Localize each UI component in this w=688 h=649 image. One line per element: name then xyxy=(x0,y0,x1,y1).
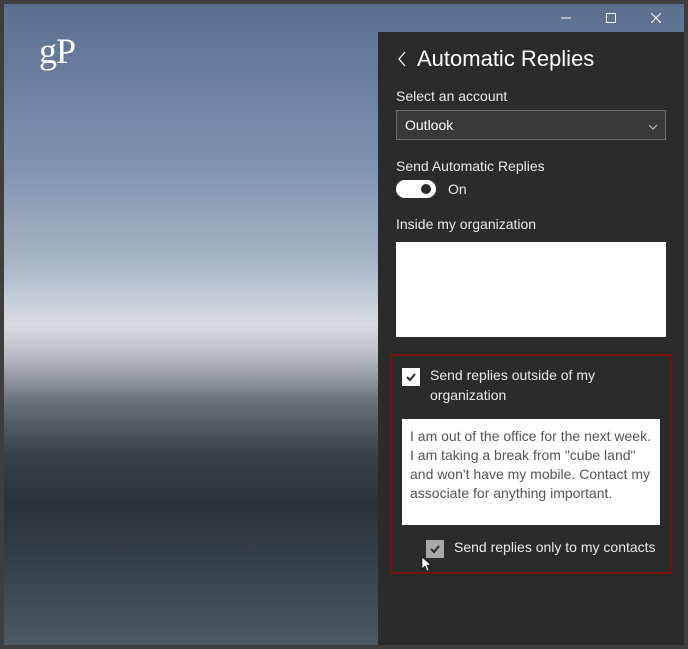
outside-org-textarea[interactable] xyxy=(402,419,660,525)
minimize-button[interactable] xyxy=(543,4,588,32)
chevron-left-icon xyxy=(396,50,407,68)
automatic-replies-panel: Automatic Replies Select an account Outl… xyxy=(378,32,684,645)
checkmark-icon xyxy=(405,371,417,383)
toggle-state-label: On xyxy=(448,181,467,197)
checkmark-icon xyxy=(429,543,441,555)
inside-org-label: Inside my organization xyxy=(396,216,666,232)
account-select[interactable]: Outlook xyxy=(396,110,666,140)
inside-org-textarea[interactable] xyxy=(396,242,666,337)
close-button[interactable] xyxy=(633,4,678,32)
outside-org-check-label: Send replies outside of my organization xyxy=(430,366,660,405)
account-label: Select an account xyxy=(396,88,666,104)
cursor-icon xyxy=(420,556,434,577)
titlebar xyxy=(4,4,684,32)
panel-title: Automatic Replies xyxy=(417,46,594,72)
send-replies-label: Send Automatic Replies xyxy=(396,158,666,174)
outside-org-checkbox[interactable] xyxy=(402,368,420,386)
app-window: gP Automatic Replies Select an account O… xyxy=(0,0,688,649)
send-replies-section: Send Automatic Replies On xyxy=(396,158,666,198)
outside-org-check-row: Send replies outside of my organization xyxy=(402,366,660,405)
send-replies-toggle[interactable] xyxy=(396,180,436,198)
minimize-icon xyxy=(561,13,571,23)
account-select-wrap: Outlook xyxy=(396,110,666,140)
contacts-only-check-label: Send replies only to my contacts xyxy=(454,538,656,558)
close-icon xyxy=(651,13,661,23)
toggle-row: On xyxy=(396,180,666,198)
contacts-only-check-row: Send replies only to my contacts xyxy=(426,538,660,558)
brand-logo: gP xyxy=(39,30,75,72)
outside-org-highlight: Send replies outside of my organization … xyxy=(390,354,672,574)
maximize-button[interactable] xyxy=(588,4,633,32)
toggle-knob xyxy=(421,184,431,194)
maximize-icon xyxy=(606,13,616,23)
back-button[interactable] xyxy=(396,50,407,68)
panel-header: Automatic Replies xyxy=(396,46,666,72)
